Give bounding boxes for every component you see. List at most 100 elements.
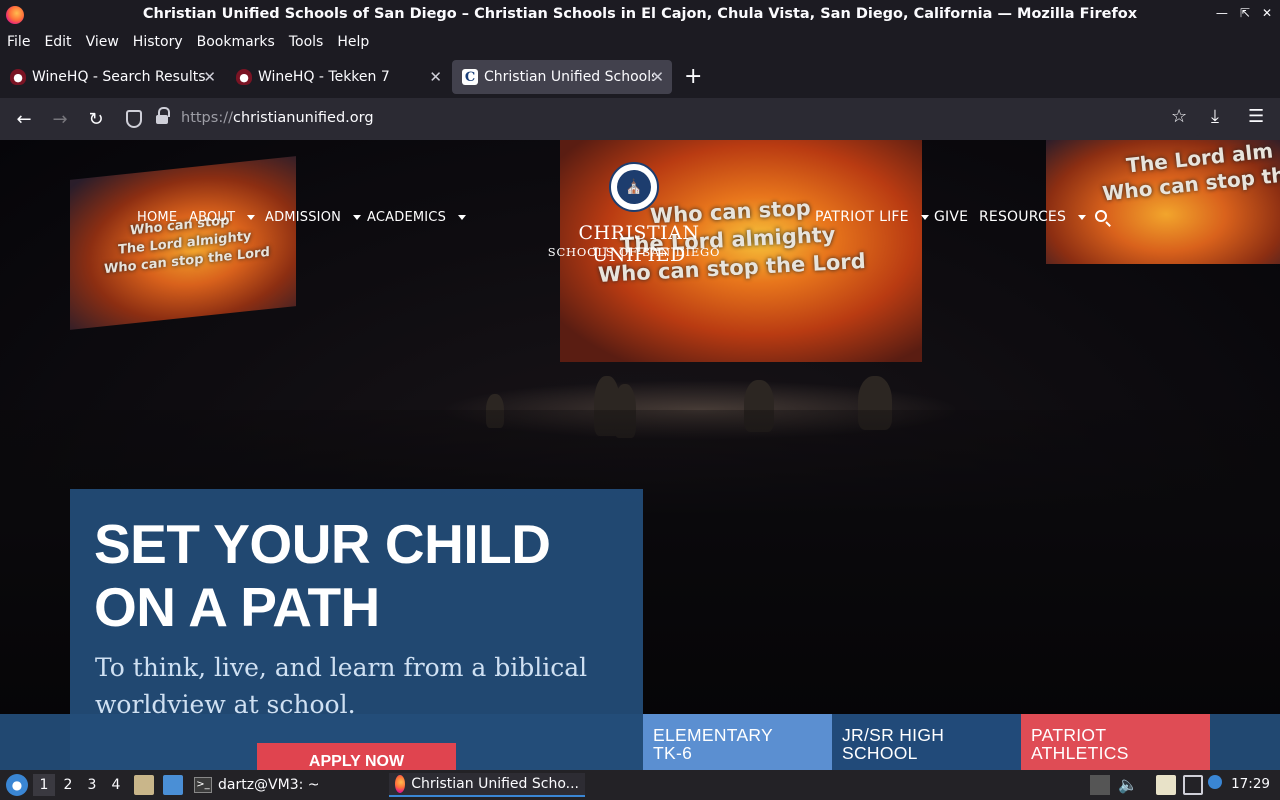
url-host: christianunified.org <box>232 110 374 126</box>
close-tab-icon[interactable]: ✕ <box>203 68 216 86</box>
school-seal-logo[interactable]: ⛪ <box>609 162 659 212</box>
menu-history[interactable]: History <box>133 34 183 50</box>
reload-icon[interactable]: ↻ <box>83 106 109 132</box>
tile-label: ATHLETICS <box>1031 743 1129 763</box>
hero-subheading-line: To think, live, and learn from a biblica… <box>95 653 588 682</box>
tile-label: TK-6 <box>653 743 693 763</box>
tab-label: WineHQ - Tekken 7 <box>258 69 390 85</box>
stage-screen-left: Who can stop The Lord almighty Who can s… <box>70 156 296 330</box>
tab-winehq-tekken[interactable]: ● WineHQ - Tekken 7 ✕ <box>226 60 450 94</box>
logo-subtitle[interactable]: SCHOOLS OF SAN DIEGO <box>534 245 734 259</box>
menu-tools[interactable]: Tools <box>289 34 324 50</box>
tile-jr-sr-high[interactable]: JR/SR HIGH SCHOOL <box>832 714 1021 770</box>
close-tab-icon[interactable]: ✕ <box>429 68 442 86</box>
menu-file[interactable]: File <box>7 34 30 50</box>
nav-academics-label: ACADEMICS <box>367 210 447 225</box>
menu-help[interactable]: Help <box>337 34 369 50</box>
nav-academics[interactable]: ACADEMICS <box>367 210 467 225</box>
show-desktop-icon[interactable] <box>163 775 183 795</box>
address-bar[interactable]: https://christianunified.org <box>118 102 1200 136</box>
nav-resources-label: RESOURCES <box>979 209 1067 225</box>
nav-give-label: GIVE <box>934 209 969 225</box>
nav-admission-label: ADMISSION <box>265 210 342 225</box>
logo-wordmark[interactable]: CHRISTIAN UNIFIED <box>534 222 744 266</box>
tile-label: PATRIOT <box>1031 725 1107 745</box>
apply-now-button[interactable]: APPLY NOW <box>257 743 456 770</box>
start-menu-icon[interactable]: ● <box>6 774 28 796</box>
menu-edit[interactable]: Edit <box>44 34 71 50</box>
tile-label: ELEMENTARY <box>653 725 774 745</box>
maximize-icon[interactable]: ⇱ <box>1240 6 1250 20</box>
tab-winehq-search[interactable]: ● WineHQ - Search Results ✕ <box>0 60 224 94</box>
chevron-down-icon <box>920 214 929 220</box>
nav-about-label: ABOUT <box>189 210 236 225</box>
tracking-shield-icon[interactable] <box>126 110 142 128</box>
network-icon[interactable] <box>1183 775 1203 795</box>
lock-icon[interactable] <box>156 107 170 126</box>
volume-icon[interactable]: 🔈 <box>1118 775 1138 795</box>
nav-home[interactable]: HOME <box>137 210 177 225</box>
tray-updates-icon[interactable] <box>1090 775 1110 795</box>
taskbar-firefox[interactable]: Christian Unified Scho... <box>389 773 585 797</box>
nav-patriot-life[interactable]: PATRIOT LIFE <box>815 209 929 225</box>
tile-label: JR/SR HIGH <box>842 725 945 745</box>
tab-label: WineHQ - Search Results <box>32 69 206 85</box>
workspace-2[interactable]: 2 <box>57 774 79 796</box>
workspace-3[interactable]: 3 <box>81 774 103 796</box>
firefox-icon <box>395 775 406 793</box>
notification-icon[interactable] <box>1208 775 1222 789</box>
menu-bookmarks[interactable]: Bookmarks <box>197 34 275 50</box>
app-menu-icon[interactable]: ☰ <box>1248 106 1264 127</box>
hero-heading: SET YOUR CHILD ON A PATH <box>94 513 624 639</box>
window-controls: — ⇱ ✕ <box>1216 6 1272 20</box>
terminal-icon: >_ <box>194 777 212 793</box>
menu-view[interactable]: View <box>86 34 119 50</box>
workspace-4[interactable]: 4 <box>105 774 127 796</box>
clock[interactable]: 17:29 <box>1231 776 1270 792</box>
workspace-1[interactable]: 1 <box>33 774 55 796</box>
chevron-down-icon <box>247 215 256 220</box>
bookmark-star-icon[interactable]: ☆ <box>1171 106 1187 127</box>
clipboard-icon[interactable] <box>1156 775 1176 795</box>
window-titlebar: Christian Unified Schools of San Diego –… <box>0 0 1280 30</box>
winehq-icon: ● <box>236 69 252 85</box>
tile-patriot-athletics[interactable]: PATRIOT ATHLETICS <box>1021 714 1210 770</box>
url-protocol: https:// <box>181 110 233 126</box>
nav-patriot-life-label: PATRIOT LIFE <box>815 209 909 225</box>
tab-christian-unified[interactable]: C Christian Unified Schools ✕ <box>452 60 672 94</box>
minimize-icon[interactable]: — <box>1216 6 1228 20</box>
search-icon[interactable] <box>1095 210 1107 222</box>
close-tab-icon[interactable]: ✕ <box>651 68 664 86</box>
hero-subheading: To think, live, and learn from a biblica… <box>95 649 625 723</box>
hero-heading-line: SET YOUR CHILD <box>94 513 551 575</box>
url-text[interactable]: https://christianunified.org <box>181 110 374 126</box>
nav-admission[interactable]: ADMISSION <box>265 210 362 225</box>
chevron-down-icon <box>353 215 362 220</box>
web-page: Who can stop The Lord almighty Who can s… <box>0 140 1280 770</box>
navigation-toolbar: ← → ↻ https://christianunified.org ☆ ⤓ ☰ <box>0 98 1280 140</box>
tab-bar: ● WineHQ - Search Results ✕ ● WineHQ - T… <box>0 56 1280 98</box>
close-window-icon[interactable]: ✕ <box>1262 6 1272 20</box>
nav-home-label: HOME <box>137 210 178 225</box>
chevron-down-icon <box>458 215 467 220</box>
taskbar-terminal[interactable]: >_ dartz@VM3: ~ <box>194 773 320 797</box>
downloads-icon[interactable]: ⤓ <box>1211 106 1219 127</box>
nav-about[interactable]: ABOUT <box>189 210 256 225</box>
cus-icon: C <box>462 69 478 85</box>
seal-building-icon: ⛪ <box>617 170 651 204</box>
nav-resources[interactable]: RESOURCES <box>979 209 1087 225</box>
tile-label: SCHOOL <box>842 743 918 763</box>
tile-elementary[interactable]: ELEMENTARY TK-6 <box>643 714 832 770</box>
forward-icon[interactable]: → <box>47 106 73 132</box>
nav-give[interactable]: GIVE <box>934 209 968 225</box>
tab-label: Christian Unified Schools <box>484 69 654 85</box>
file-manager-icon[interactable] <box>134 775 154 795</box>
winehq-icon: ● <box>10 69 26 85</box>
taskbar-terminal-label: dartz@VM3: ~ <box>218 777 320 793</box>
back-icon[interactable]: ← <box>11 106 37 132</box>
menu-bar: File Edit View History Bookmarks Tools H… <box>0 30 1280 54</box>
desktop-taskbar: ● 1 2 3 4 >_ dartz@VM3: ~ Christian Unif… <box>0 770 1280 800</box>
hero-heading-line: ON A PATH <box>94 576 380 638</box>
taskbar-firefox-label: Christian Unified Scho... <box>411 776 579 792</box>
new-tab-icon[interactable]: + <box>684 64 702 89</box>
